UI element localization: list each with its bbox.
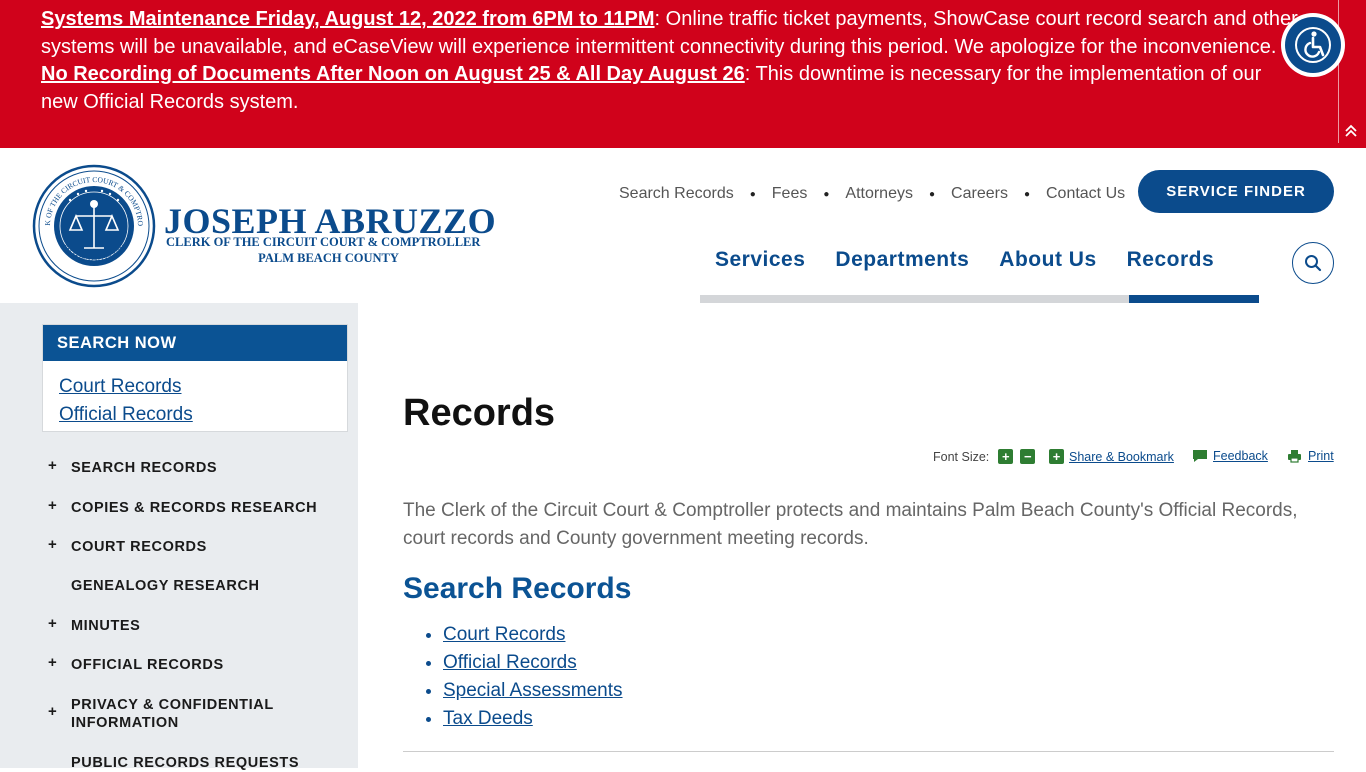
clerk-seal-logo[interactable]: CLERK OF THE CIRCUIT COURT & COMPTROLLER… [29, 157, 156, 288]
utility-nav: Search Records ● Fees ● Attorneys ● Care… [619, 185, 1125, 203]
list-item: Official Records [59, 401, 347, 429]
plus-icon[interactable]: + [48, 497, 57, 515]
link-official-records[interactable]: Official Records [443, 652, 577, 673]
alert-messages: Systems Maintenance Friday, August 12, 2… [41, 6, 1301, 116]
main-nav-services[interactable]: Services [700, 248, 820, 280]
content-divider [403, 751, 1334, 752]
share-bookmark-link[interactable]: Share & Bookmark [1069, 450, 1174, 464]
plus-icon[interactable]: + [48, 703, 57, 721]
main-nav-active-indicator [1129, 295, 1259, 303]
feedback-link[interactable]: Feedback [1213, 449, 1268, 463]
sidebar-item-label: OFFICIAL RECORDS [71, 657, 224, 673]
brand-county: PALM BEACH COUNTY [258, 251, 399, 265]
plus-icon[interactable]: + [48, 457, 57, 475]
list-item: Tax Deeds [443, 705, 623, 733]
search-now-court-records[interactable]: Court Records [59, 376, 182, 397]
search-icon [1305, 255, 1322, 272]
plus-icon[interactable]: + [48, 615, 57, 633]
sidebar-item-label: SEARCH RECORDS [71, 460, 218, 476]
plus-icon[interactable]: + [48, 654, 57, 672]
main-nav-about-us[interactable]: About Us [984, 248, 1111, 280]
main-nav: Services Departments About Us Records [700, 248, 1229, 280]
link-court-records[interactable]: Court Records [443, 624, 566, 645]
util-nav-separator: ● [749, 188, 756, 200]
sidebar-item-label: COPIES & RECORDS RESEARCH [71, 500, 318, 516]
feedback-tool[interactable]: Feedback [1192, 449, 1268, 463]
search-now-official-records[interactable]: Official Records [59, 404, 193, 425]
util-nav-separator: ● [928, 188, 936, 200]
util-nav-attorneys[interactable]: Attorneys [845, 185, 913, 203]
double-chevron-up-icon[interactable] [1342, 124, 1360, 142]
search-now-links: Court Records Official Records [43, 361, 347, 429]
alert-banner: Systems Maintenance Friday, August 12, 2… [0, 0, 1366, 148]
alert-message-2: No Recording of Documents After Noon on … [41, 61, 1301, 116]
util-nav-careers[interactable]: Careers [951, 185, 1008, 203]
sidebar-item-copies-records-research[interactable]: + COPIES & RECORDS RESEARCH [0, 497, 318, 517]
print-link[interactable]: Print [1308, 449, 1334, 463]
sidebar-item-official-records[interactable]: + OFFICIAL RECORDS [0, 654, 224, 674]
sidebar-item-label: PRIVACY & CONFIDENTIAL INFORMATION [71, 697, 274, 731]
list-item: Special Assessments [443, 677, 623, 705]
sidebar-item-label: COURT RECORDS [71, 539, 207, 555]
service-finder-button[interactable]: SERVICE FINDER [1138, 170, 1334, 213]
util-nav-fees[interactable]: Fees [772, 185, 808, 203]
list-item: Court Records [443, 621, 623, 649]
alert-message-1: Systems Maintenance Friday, August 12, 2… [41, 6, 1301, 61]
util-nav-contact-us[interactable]: Contact Us [1046, 185, 1125, 203]
sidebar: SEARCH NOW Court Records Official Record… [0, 303, 358, 771]
sidebar-item-minutes[interactable]: + MINUTES [0, 615, 141, 635]
alert-divider [1338, 0, 1339, 143]
sidebar-item-genealogy-research[interactable]: GENEALOGY RESEARCH [0, 577, 260, 595]
link-tax-deeds[interactable]: Tax Deeds [443, 708, 533, 729]
site-header: CLERK OF THE CIRCUIT COURT & COMPTROLLER… [0, 148, 1366, 303]
main-nav-departments[interactable]: Departments [820, 248, 984, 280]
list-item: Court Records [59, 373, 347, 401]
list-item: Official Records [443, 649, 623, 677]
search-now-box: SEARCH NOW Court Records Official Record… [42, 324, 348, 432]
sidebar-item-label: GENEALOGY RESEARCH [71, 578, 260, 594]
share-plus-icon: + [1049, 449, 1064, 464]
print-tool[interactable]: Print [1287, 449, 1334, 463]
printer-icon [1288, 450, 1301, 463]
sidebar-item-court-records[interactable]: + COURT RECORDS [0, 536, 207, 556]
alert-link-recording[interactable]: No Recording of Documents After Noon on … [41, 63, 745, 85]
wheelchair-accessibility-icon [1285, 17, 1341, 73]
main-nav-records[interactable]: Records [1112, 248, 1230, 280]
alert-link-maintenance[interactable]: Systems Maintenance Friday, August 12, 2… [41, 8, 655, 30]
font-increase-icon[interactable]: + [998, 449, 1014, 464]
accessibility-button[interactable] [1281, 13, 1345, 77]
font-size-label: Font Size: [933, 449, 990, 464]
search-records-links: Court Records Official Records Special A… [443, 621, 623, 733]
sidebar-item-search-records[interactable]: + SEARCH RECORDS [0, 457, 218, 477]
plus-icon[interactable]: + [48, 536, 57, 554]
page-tools: Font Size: + − + Share & Bookmark Feedba… [930, 447, 1334, 467]
page-title: Records [403, 392, 556, 434]
util-nav-search-records[interactable]: Search Records [619, 185, 734, 203]
sidebar-item-label: MINUTES [71, 618, 141, 634]
util-nav-separator: ● [1023, 188, 1030, 200]
search-now-title: SEARCH NOW [43, 325, 347, 361]
share-bookmark-tool[interactable]: + Share & Bookmark [1049, 449, 1174, 464]
font-decrease-icon[interactable]: − [1020, 449, 1036, 464]
section-title-search-records: Search Records [403, 572, 632, 605]
sidebar-item-label: PUBLIC RECORDS REQUESTS [71, 755, 300, 771]
intro-paragraph: The Clerk of the Circuit Court & Comptro… [403, 500, 1298, 549]
site-search-button[interactable] [1292, 242, 1334, 284]
brand-subtitle: CLERK OF THE CIRCUIT COURT & COMPTROLLER [166, 235, 481, 249]
sidebar-item-privacy-confidential[interactable]: + PRIVACY & CONFIDENTIAL INFORMATION [0, 696, 300, 732]
link-special-assessments[interactable]: Special Assessments [443, 680, 623, 701]
speech-bubble-icon [1193, 450, 1207, 462]
font-size-control: Font Size: + − [933, 449, 1036, 464]
sidebar-item-public-records-requests[interactable]: PUBLIC RECORDS REQUESTS [0, 754, 299, 772]
util-nav-separator: ● [823, 188, 830, 200]
